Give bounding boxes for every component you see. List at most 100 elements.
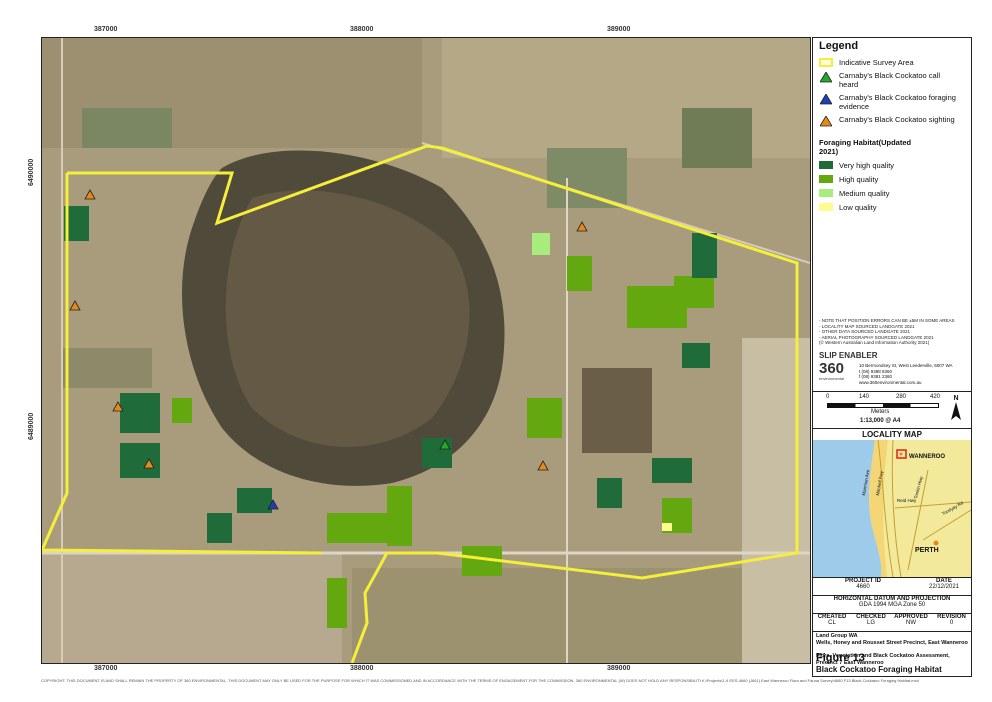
habitat-vhigh-1 bbox=[692, 233, 717, 278]
easting-label-bottom-3: 389000 bbox=[607, 665, 631, 672]
approved-cell: APPROVED NW bbox=[891, 614, 931, 626]
legend-label-call-heard: Carnaby's Black Cockatoo call heard bbox=[839, 71, 941, 89]
legend-item-call-heard: Carnaby's Black Cockatoo call heard bbox=[817, 71, 967, 91]
habitat-high-10 bbox=[172, 398, 192, 423]
legend-item-high: High quality bbox=[817, 175, 967, 184]
north-arrow: N bbox=[949, 395, 963, 425]
company-logo-sub: environmental bbox=[819, 376, 845, 381]
habitat-high-3 bbox=[674, 276, 714, 308]
company-logo-number: 360 bbox=[819, 360, 845, 377]
divider-1 bbox=[813, 391, 971, 392]
call-heard-icon bbox=[820, 72, 832, 83]
south-rural-area bbox=[352, 568, 810, 663]
easting-label-top-1: 387000 bbox=[94, 26, 118, 33]
habitat-high-8 bbox=[327, 578, 347, 628]
habitat-vhigh-10 bbox=[652, 458, 692, 483]
habitat-vhigh-7 bbox=[237, 488, 272, 513]
divider-2 bbox=[813, 428, 971, 429]
client-project: Wells, Honey and Rousset Street Precinct… bbox=[816, 640, 968, 646]
locality-label-wanneroo: WANNEROO bbox=[909, 454, 945, 460]
habitat-medium-1 bbox=[532, 233, 550, 255]
habitat-vhigh-8 bbox=[422, 438, 452, 468]
toodyay-rd bbox=[922, 509, 971, 541]
company-website[interactable]: www.360environmental.com.au bbox=[859, 380, 969, 386]
sighting-icon bbox=[820, 116, 832, 127]
easting-label-bottom-2: 388000 bbox=[350, 665, 374, 672]
note-5: (© Western Australian Land Information A… bbox=[819, 340, 930, 345]
locality-map-title: LOCALITY MAP bbox=[862, 430, 922, 439]
low-swatch bbox=[819, 203, 833, 211]
legend-label-foraging-evidence: Carnaby's Black Cockatoo foraging eviden… bbox=[839, 93, 956, 111]
scale-tick-1: 140 bbox=[859, 394, 870, 400]
scale-tick-0: 0 bbox=[826, 394, 830, 400]
north-arrow-icon bbox=[951, 402, 961, 420]
habitat-high-5 bbox=[327, 513, 387, 543]
crop-block-3 bbox=[682, 108, 752, 168]
scale-ratio: 1:13,000 @ A4 bbox=[860, 418, 901, 424]
date-value: 22/12/2021 bbox=[928, 584, 960, 590]
easting-label-bottom-1: 387000 bbox=[94, 665, 118, 672]
locality-map[interactable]: WANNEROO Marmion Ave Mitchell Fwy Reid H… bbox=[813, 440, 971, 577]
legend-panel: Legend Indicative Survey Area Carnaby's … bbox=[812, 37, 972, 677]
divider-6 bbox=[813, 631, 971, 632]
legend-title: Legend bbox=[819, 40, 859, 52]
note-1: - NOTE THAT POSITION ERRORS CAN BE ±5M I… bbox=[819, 318, 955, 323]
foraging-evidence-icon bbox=[820, 94, 832, 105]
northing-label-left-1: 6490000 bbox=[28, 158, 35, 186]
revision-cell: REVISION 0 bbox=[932, 614, 971, 626]
very-high-swatch bbox=[819, 161, 833, 169]
map-notes: - NOTE THAT POSITION ERRORS CAN BE ±5M I… bbox=[819, 318, 969, 346]
habitat-heading: Foraging Habitat(Updated 2021) bbox=[819, 138, 912, 156]
locality-label-perth: PERTH bbox=[915, 547, 939, 554]
datum-value: GDA 1994 MGA Zone 50 bbox=[858, 602, 926, 608]
approved-value: NW bbox=[906, 620, 916, 626]
habitat-high-6 bbox=[387, 486, 412, 546]
wanneroo-marker bbox=[899, 452, 903, 456]
legend-label-low: Low quality bbox=[839, 203, 877, 212]
habitat-low-1 bbox=[662, 523, 672, 531]
map-canvas[interactable] bbox=[42, 38, 810, 663]
perth-city-marker bbox=[933, 540, 939, 546]
easting-label-top-2: 388000 bbox=[350, 26, 374, 33]
habitat-vhigh-6 bbox=[207, 513, 232, 543]
habitat-vhigh-9 bbox=[597, 478, 622, 508]
legend-label-sighting: Carnaby's Black Cockatoo sighting bbox=[839, 115, 955, 124]
easting-label-top-3: 389000 bbox=[607, 26, 631, 33]
legend-item-foraging-evidence: Carnaby's Black Cockatoo foraging eviden… bbox=[817, 93, 967, 113]
legend-item-very-high: Very high quality bbox=[817, 161, 967, 170]
scale-tick-2: 280 bbox=[896, 394, 907, 400]
project-id-cell: PROJECT ID 4660 bbox=[813, 578, 913, 590]
checked-cell: CHECKED LG bbox=[852, 614, 890, 626]
revision-value: 0 bbox=[949, 620, 954, 626]
habitat-vhigh-4 bbox=[120, 443, 160, 478]
slip-enabler-logo: SLIP ENABLER bbox=[819, 351, 878, 360]
crop-block-2 bbox=[82, 108, 172, 148]
mitchell-fwy bbox=[891, 440, 902, 577]
legend-label-survey-area: Indicative Survey Area bbox=[839, 58, 914, 67]
copyright-footer: COPYRIGHT: THIS DOCUMENT IS AND SHALL RE… bbox=[41, 678, 701, 683]
north-label: N bbox=[953, 395, 959, 402]
scale-bar-graphic bbox=[827, 403, 939, 408]
client-name: Land Group WA bbox=[816, 633, 858, 639]
east-quarry bbox=[742, 338, 810, 663]
scale-tick-3: 420 bbox=[930, 394, 941, 400]
locality-label-reid: Reid Hwy bbox=[897, 498, 917, 503]
aerial-map[interactable] bbox=[41, 37, 811, 664]
legend-item-medium: Medium quality bbox=[817, 189, 967, 198]
created-value: CL bbox=[828, 620, 836, 626]
survey-area-swatch bbox=[819, 58, 833, 67]
figure-number: Figure 13 bbox=[816, 652, 865, 664]
legend-item-low: Low quality bbox=[817, 203, 967, 212]
legend-label-high: High quality bbox=[839, 175, 879, 184]
company-address: 10 Bermondsey St, West Leederville, 6007… bbox=[859, 363, 953, 368]
crop-block-1 bbox=[547, 148, 627, 208]
legend-label-very-high: Very high quality bbox=[839, 161, 895, 170]
legend-label-medium: Medium quality bbox=[839, 189, 890, 198]
crop-block-4 bbox=[62, 348, 152, 388]
medium-swatch bbox=[819, 189, 833, 197]
high-swatch bbox=[819, 175, 833, 183]
habitat-high-1 bbox=[567, 256, 592, 291]
scale-unit: Meters bbox=[871, 409, 890, 415]
date-cell: DATE 22/12/2021 bbox=[917, 578, 971, 590]
habitat-vhigh-2 bbox=[682, 343, 710, 368]
